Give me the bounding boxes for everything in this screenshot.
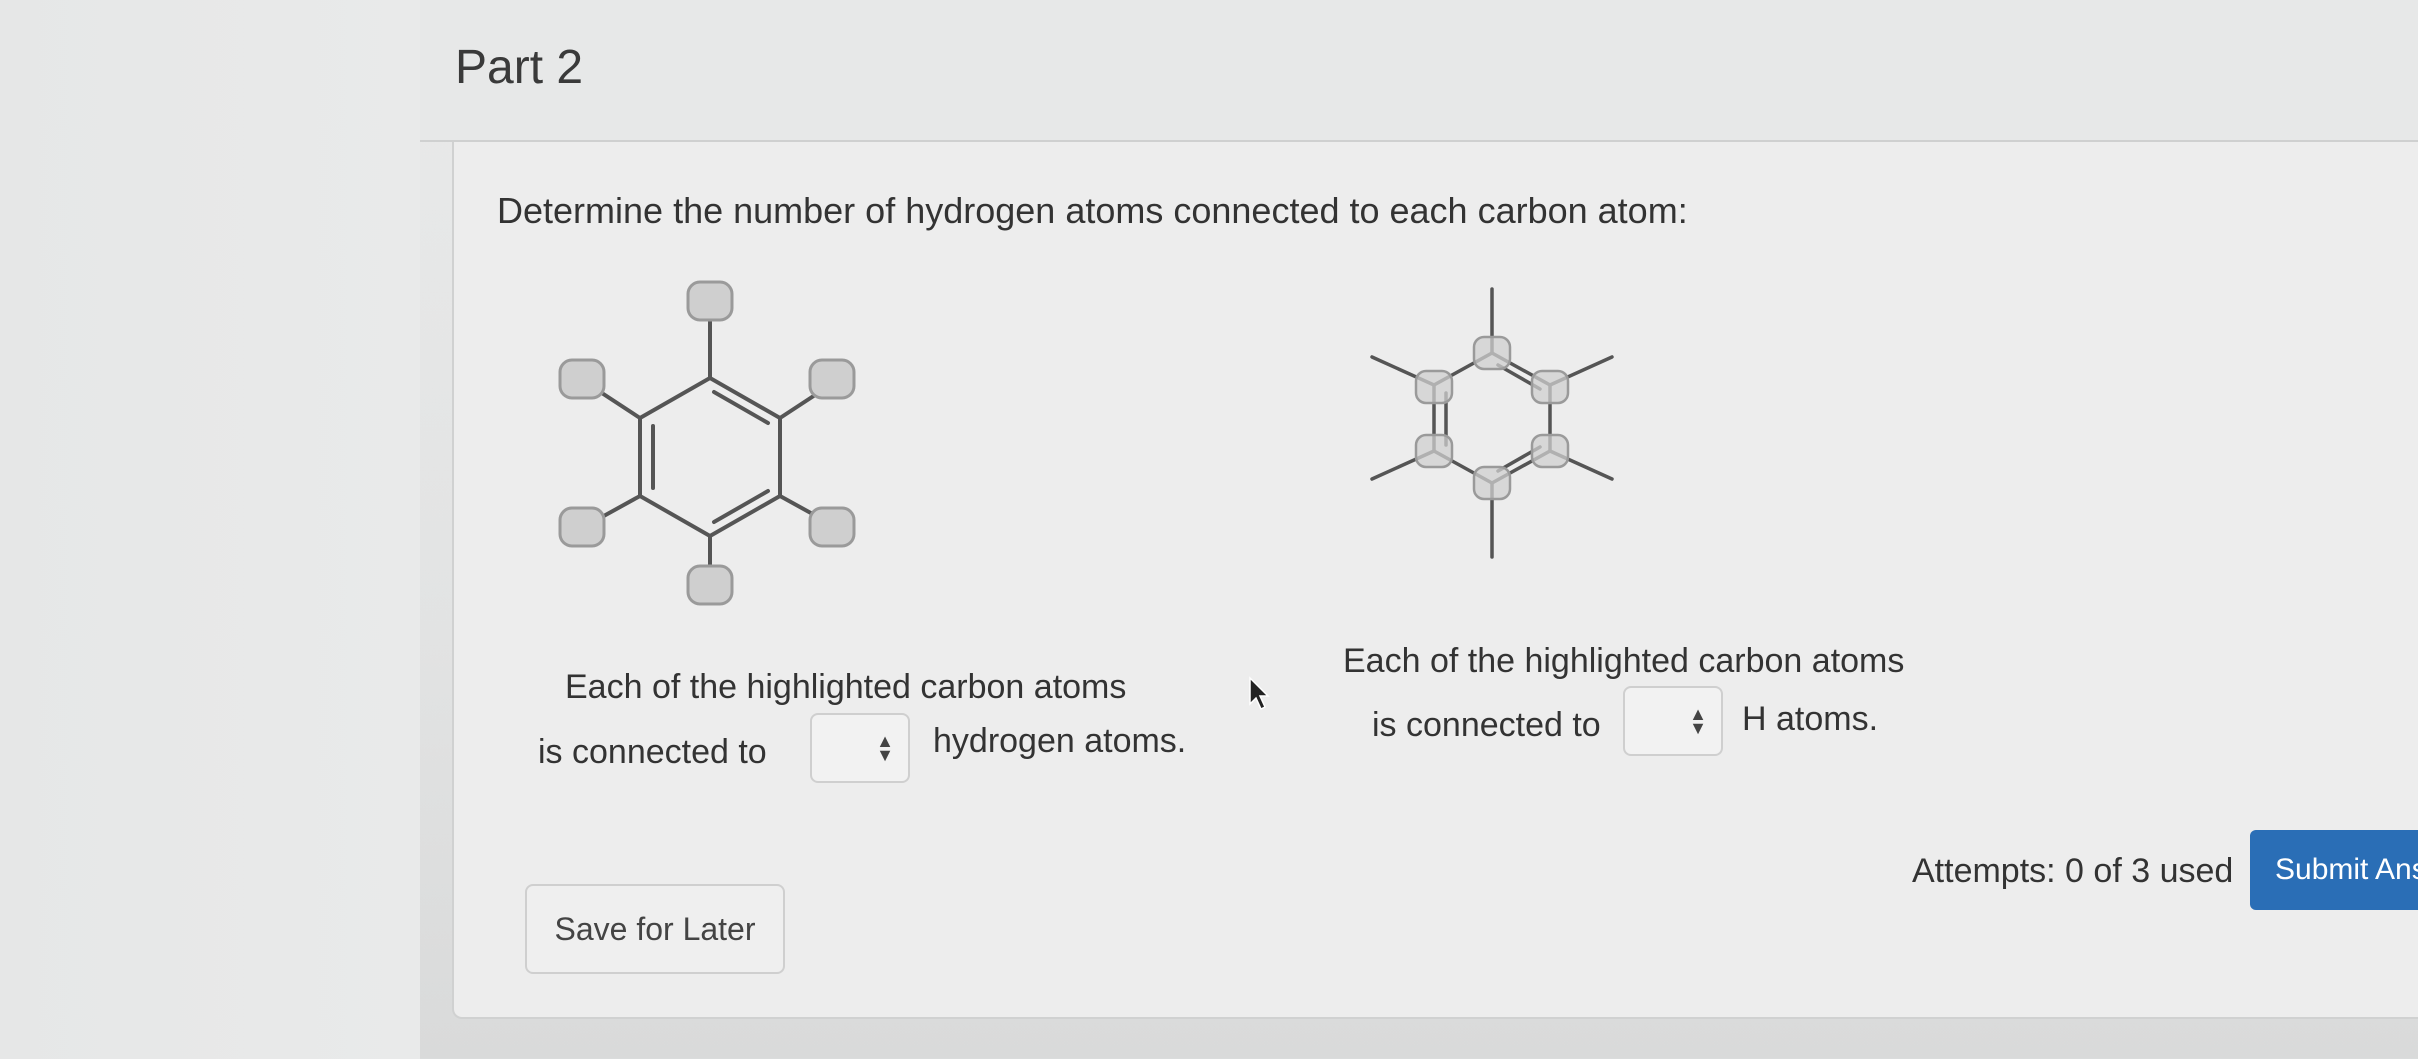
attempts-counter: Attempts: 0 of 3 used <box>1912 852 2234 890</box>
submit-answer-button[interactable]: Submit Ans <box>2250 830 2418 910</box>
right-answer-suffix: H atoms. <box>1742 700 1879 738</box>
molecule-left <box>558 280 856 606</box>
question-text: Determine the number of hydrogen atoms c… <box>497 190 1688 231</box>
molecule-right <box>1370 287 1614 559</box>
part-header <box>420 0 2418 142</box>
right-answer-prefix: is connected to <box>1372 706 1601 744</box>
highlighted-carbon <box>808 358 856 400</box>
highlighted-carbon <box>558 358 606 400</box>
mouse-pointer-icon <box>1249 676 1270 711</box>
left-answer-line1: Each of the highlighted carbon atoms <box>565 668 1127 706</box>
save-for-later-button[interactable]: Save for Later <box>525 884 785 974</box>
highlighted-carbon <box>1472 465 1512 501</box>
part-title: Part 2 <box>455 41 584 94</box>
left-answer-suffix: hydrogen atoms. <box>933 722 1187 760</box>
highlighted-carbon <box>558 506 606 548</box>
right-answer-line1: Each of the highlighted carbon atoms <box>1343 642 1905 680</box>
ring-bond <box>638 376 712 420</box>
left-answer-prefix: is connected to <box>538 733 767 771</box>
highlighted-carbon <box>808 506 856 548</box>
ring-bond <box>638 494 712 538</box>
left-hydrogen-count-select[interactable]: ▲ ▼ <box>810 713 910 783</box>
updown-arrows-icon: ▲ ▼ <box>876 731 894 765</box>
highlighted-carbon <box>1414 433 1454 469</box>
highlighted-carbon <box>1472 335 1512 371</box>
highlighted-carbon <box>1530 369 1570 405</box>
highlighted-carbon <box>1414 369 1454 405</box>
highlighted-carbon <box>686 564 734 606</box>
background-left <box>0 0 420 1059</box>
highlighted-carbon <box>686 280 734 322</box>
right-hydrogen-count-select[interactable]: ▲ ▼ <box>1623 686 1723 756</box>
updown-arrows-icon: ▲ ▼ <box>1689 704 1707 738</box>
highlighted-carbon <box>1530 433 1570 469</box>
